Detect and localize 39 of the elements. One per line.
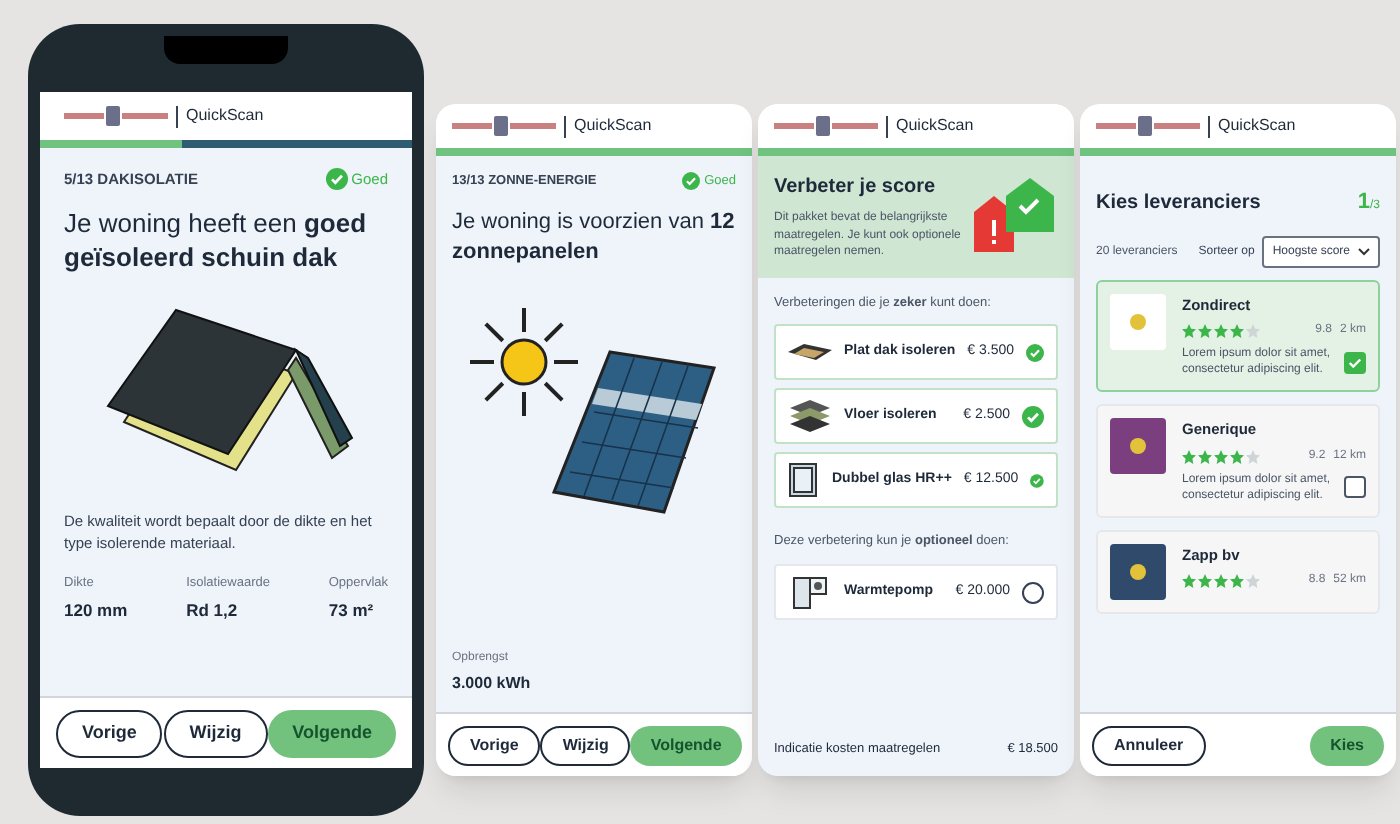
stat-value: Rd 1,2 [186,598,240,624]
app-name: QuickScan [186,104,264,128]
checked-icon[interactable] [1026,341,1044,364]
heat-pump-icon [792,574,828,610]
footer-button[interactable]: Wijzig [163,709,268,757]
checked-icon[interactable] [1022,405,1044,428]
app-name: QuickScan [574,114,652,138]
checked-icon[interactable] [1030,469,1044,492]
banner-title: Verbeter je score [774,174,938,202]
footer-button[interactable]: Wijzig [540,725,631,765]
footer-button[interactable]: Volgende [630,725,742,765]
question-title: Je woning heeft een goed geïsoleerd schuin dak [64,206,369,275]
municipality-logo [452,116,556,136]
footer-button[interactable]: Kies [1310,725,1384,765]
unchecked-radio[interactable] [1022,581,1044,603]
municipality-logo [774,116,878,136]
footer-button[interactable]: Vorige [56,709,163,757]
houses-drawing [970,176,1058,257]
footer-button[interactable]: Vorige [448,725,541,765]
layers-icon [790,400,830,433]
check-icon [325,168,348,191]
check-icon [682,172,701,191]
screen-title: Kies leveranciers [1096,190,1263,218]
window-icon [788,462,820,499]
question-title: Je woning is voorzien van 12 zonnepanelen [452,207,736,268]
footer-button[interactable]: Annuleer [1092,725,1206,765]
app-name: QuickScan [896,114,974,138]
chevron-down-icon [1358,248,1370,256]
phone-notch [164,36,288,64]
select-checkbox[interactable] [1344,351,1366,374]
stat-value: 3.000 kWh [452,672,533,696]
municipality-logo [1096,116,1200,136]
stat-value: 120 mm [64,598,128,624]
municipality-logo [64,106,168,126]
slab-icon [788,340,832,365]
footer-button[interactable]: Volgende [268,709,396,757]
stat-value: 73 m² [328,598,376,624]
app-name: QuickScan [1218,114,1296,138]
select-checkbox[interactable] [1344,476,1366,498]
